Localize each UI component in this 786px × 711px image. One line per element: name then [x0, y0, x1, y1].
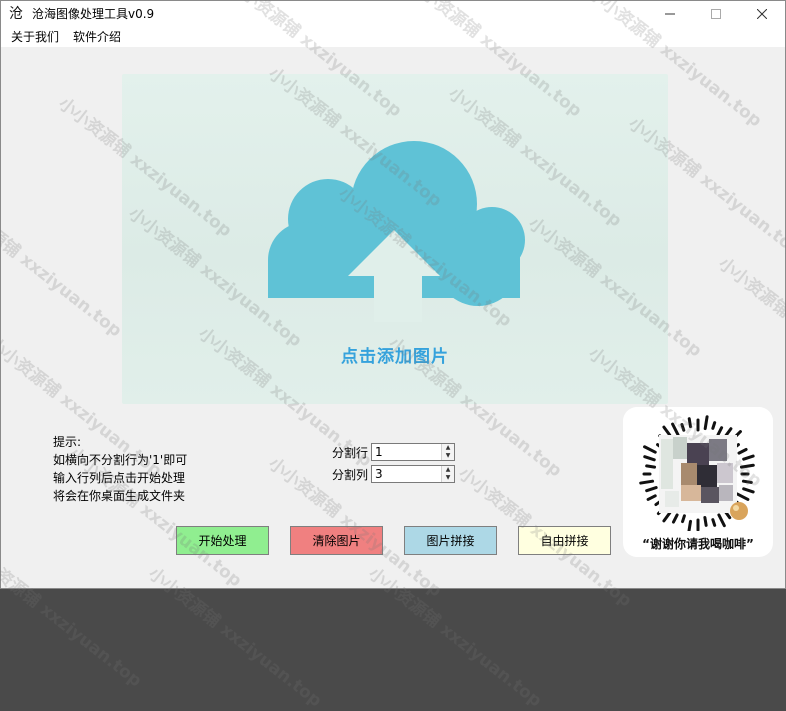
qr-dot — [662, 425, 672, 437]
window-title: 沧海图像处理工具v0.9 — [32, 7, 155, 21]
qr-dot — [671, 422, 680, 437]
split-rows-stepper[interactable]: ▲ ▼ — [441, 444, 454, 460]
maximize-button[interactable] — [693, 1, 739, 27]
chevron-down-icon[interactable]: ▼ — [442, 452, 454, 460]
qr-dot — [742, 487, 755, 494]
split-rows-label: 分割行 — [332, 446, 369, 460]
minimize-button[interactable] — [647, 1, 693, 27]
qr-dot — [645, 486, 658, 493]
qr-dot — [645, 464, 657, 469]
menu-about-us[interactable]: 关于我们 — [9, 29, 61, 45]
hint-title: 提示: — [53, 435, 82, 449]
split-rows-spinbox[interactable]: 1 ▲ ▼ — [371, 443, 455, 461]
qr-dot — [735, 492, 750, 501]
qr-code-icon — [639, 415, 755, 535]
chevron-up-icon[interactable]: ▲ — [442, 444, 454, 452]
qr-dot — [671, 513, 679, 524]
split-cols-value: 3 — [375, 467, 383, 481]
start-processing-button[interactable]: 开始处理 — [176, 526, 269, 555]
hint-line: 将会在你桌面生成文件夹 — [53, 489, 186, 503]
qr-dot — [681, 514, 686, 524]
hint-line: 输入行列后点击开始处理 — [53, 471, 186, 485]
qr-dot — [687, 519, 692, 535]
split-rows-value: 1 — [375, 445, 383, 459]
clear-image-button[interactable]: 清除图片 — [290, 526, 383, 555]
image-stitch-button[interactable]: 图片拼接 — [404, 526, 497, 555]
maximize-icon — [711, 9, 721, 19]
chevron-up-icon[interactable]: ▲ — [442, 466, 454, 474]
menu-software-intro[interactable]: 软件介绍 — [71, 29, 123, 45]
qr-dot — [739, 463, 755, 469]
qr-dot — [643, 445, 657, 454]
menu-bar: 关于我们 软件介绍 — [1, 27, 785, 47]
donation-qr-card: “谢谢你请我喝咖啡” — [623, 407, 773, 557]
free-stitch-button[interactable]: 自由拼接 — [518, 526, 611, 555]
close-button[interactable] — [739, 1, 785, 27]
add-image-area[interactable]: 点击添加图片 — [122, 74, 668, 404]
qr-dot — [662, 511, 672, 523]
qr-dot — [703, 415, 709, 431]
qr-dot — [703, 515, 708, 527]
qr-dot — [742, 454, 755, 461]
qr-dot — [711, 421, 717, 430]
app-icon: 沧 — [9, 6, 23, 22]
qr-dot — [716, 426, 724, 437]
split-cols-label: 分割列 — [332, 468, 369, 482]
qr-caption: “谢谢你请我喝咖啡” — [642, 537, 754, 551]
app-window: 沧 沧海图像处理工具v0.9 关于我们 软件介绍 点击添加图片 提示: 如横向不… — [0, 0, 786, 589]
qr-dot — [741, 479, 753, 484]
hint-line: 如横向不分割行为'1'即可 — [53, 453, 188, 467]
hint-text: 提示: 如横向不分割行为'1'即可 输入行列后点击开始处理 将会在你桌面生成文件… — [53, 433, 187, 505]
add-image-label: 点击添加图片 — [341, 347, 449, 367]
qr-dot — [646, 494, 657, 501]
split-cols-spinbox[interactable]: 3 ▲ ▼ — [371, 465, 455, 483]
qr-dot — [711, 518, 717, 527]
minimize-icon — [665, 13, 675, 15]
chevron-down-icon[interactable]: ▼ — [442, 474, 454, 482]
qr-dot — [737, 447, 748, 455]
title-bar[interactable]: 沧 沧海图像处理工具v0.9 — [1, 1, 785, 27]
qr-dot — [717, 513, 726, 528]
qr-dot — [639, 479, 655, 485]
split-cols-stepper[interactable]: ▲ ▼ — [441, 466, 454, 482]
qr-dot — [680, 423, 686, 432]
close-icon — [757, 9, 767, 19]
qr-dot — [643, 455, 656, 462]
qr-dot — [687, 417, 692, 429]
